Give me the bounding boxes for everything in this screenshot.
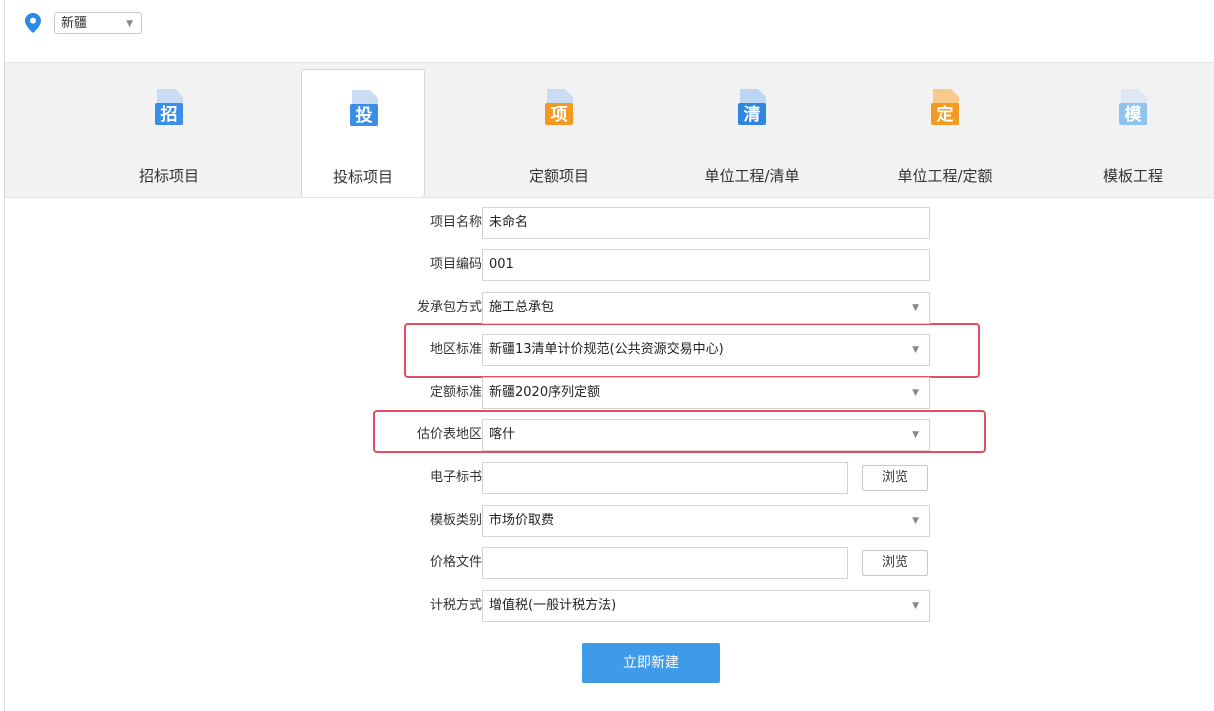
region-standard-select[interactable]: 新疆13清单计价规范(公共资源交易中心) ▼ — [482, 334, 930, 366]
row-price-file: 价格文件 浏览 — [360, 547, 940, 579]
tax-method-select[interactable]: 增值税(一般计税方法) ▼ — [482, 590, 930, 622]
tab-icon-glyph: 模 — [1125, 104, 1143, 125]
quota-standard-select[interactable]: 新疆2020序列定额 ▼ — [482, 377, 930, 409]
row-e-tender: 电子标书 浏览 — [360, 462, 940, 494]
contract-mode-label: 发承包方式 — [416, 300, 482, 315]
project-code-value: 001 — [489, 257, 514, 272]
e-tender-input[interactable] — [482, 462, 848, 494]
row-tax-method: 计税方式 增值税(一般计税方法) ▼ — [360, 590, 940, 622]
tab-template[interactable]: 模模板工程 — [1071, 69, 1195, 191]
e-tender-browse-button[interactable]: 浏览 — [862, 465, 928, 491]
tab-label: 定额项目 — [528, 167, 589, 185]
project-type-tabs: 招招标项目投投标项目项定额项目清单位工程/清单定单位工程/定额模模板工程 — [5, 62, 1214, 198]
project-name-value: 未命名 — [489, 215, 529, 230]
location-pin-icon — [25, 13, 41, 33]
quota-standard-label: 定额标准 — [429, 385, 482, 400]
document-定-icon: 定 — [931, 89, 959, 125]
region-standard-value: 新疆13清单计价规范(公共资源交易中心) — [489, 342, 724, 357]
chevron-down-icon: ▼ — [912, 345, 919, 355]
valuation-region-label: 估价表地区 — [416, 427, 482, 442]
document-投-icon: 投 — [350, 90, 378, 126]
tab-icon-glyph: 投 — [356, 105, 373, 126]
template-type-label: 模板类别 — [429, 513, 482, 528]
row-project-name: 项目名称 未命名 — [360, 207, 940, 239]
tab-bid-invite[interactable]: 招招标项目 — [107, 69, 231, 191]
project-name-label: 项目名称 — [429, 215, 482, 230]
region-bar: 新疆 ▼ — [0, 0, 1214, 62]
price-file-input[interactable] — [482, 547, 848, 579]
tab-quota-project[interactable]: 项定额项目 — [497, 69, 621, 191]
tab-unit-bill[interactable]: 清单位工程/清单 — [690, 69, 814, 191]
create-now-button[interactable]: 立即新建 — [582, 643, 720, 683]
tab-label: 模板工程 — [1102, 167, 1163, 185]
row-contract-mode: 发承包方式 施工总承包 ▼ — [360, 292, 940, 324]
valuation-region-select[interactable]: 喀什 ▼ — [482, 419, 930, 451]
project-code-input[interactable]: 001 — [482, 249, 930, 281]
region-select[interactable]: 新疆 ▼ — [54, 12, 142, 34]
tax-method-label: 计税方式 — [429, 598, 482, 613]
tab-bid-submit[interactable]: 投投标项目 — [301, 69, 425, 197]
chevron-down-icon: ▼ — [126, 19, 133, 29]
price-file-browse-button[interactable]: 浏览 — [862, 550, 928, 576]
template-type-select[interactable]: 市场价取费 ▼ — [482, 505, 930, 537]
document-项-icon: 项 — [545, 89, 573, 125]
tab-icon-glyph: 招 — [161, 104, 178, 125]
document-模-icon: 模 — [1119, 89, 1147, 125]
chevron-down-icon: ▼ — [912, 430, 919, 440]
tab-label: 招标项目 — [138, 167, 199, 185]
document-清-icon: 清 — [738, 89, 766, 125]
region-select-value: 新疆 — [61, 16, 88, 31]
region-standard-label: 地区标准 — [429, 342, 482, 357]
project-name-input[interactable]: 未命名 — [482, 207, 930, 239]
contract-mode-select[interactable]: 施工总承包 ▼ — [482, 292, 930, 324]
contract-mode-value: 施工总承包 — [489, 300, 555, 315]
project-code-label: 项目编码 — [429, 257, 482, 272]
row-region-standard: 地区标准 新疆13清单计价规范(公共资源交易中心) ▼ — [360, 334, 940, 366]
chevron-down-icon: ▼ — [912, 303, 919, 313]
e-tender-label: 电子标书 — [429, 470, 482, 485]
chevron-down-icon: ▼ — [912, 601, 919, 611]
price-file-label: 价格文件 — [429, 555, 482, 570]
row-project-code: 项目编码 001 — [360, 249, 940, 281]
tab-label: 投标项目 — [332, 168, 393, 186]
quota-standard-value: 新疆2020序列定额 — [489, 385, 601, 400]
tab-icon-glyph: 项 — [551, 105, 568, 125]
row-quota-standard: 定额标准 新疆2020序列定额 ▼ — [360, 377, 940, 409]
valuation-region-value: 喀什 — [489, 427, 516, 442]
tab-unit-quota[interactable]: 定单位工程/定额 — [883, 69, 1007, 191]
template-type-value: 市场价取费 — [489, 513, 555, 528]
chevron-down-icon: ▼ — [912, 388, 919, 398]
tab-icon-glyph: 清 — [744, 104, 761, 125]
tab-label: 单位工程/清单 — [704, 167, 800, 185]
tab-label: 单位工程/定额 — [897, 167, 993, 185]
chevron-down-icon: ▼ — [912, 516, 919, 526]
row-template-type: 模板类别 市场价取费 ▼ — [360, 505, 940, 537]
tax-method-value: 增值税(一般计税方法) — [489, 598, 617, 613]
row-valuation-region: 估价表地区 喀什 ▼ — [360, 419, 940, 451]
document-招-icon: 招 — [155, 89, 183, 125]
tab-icon-glyph: 定 — [937, 104, 954, 125]
